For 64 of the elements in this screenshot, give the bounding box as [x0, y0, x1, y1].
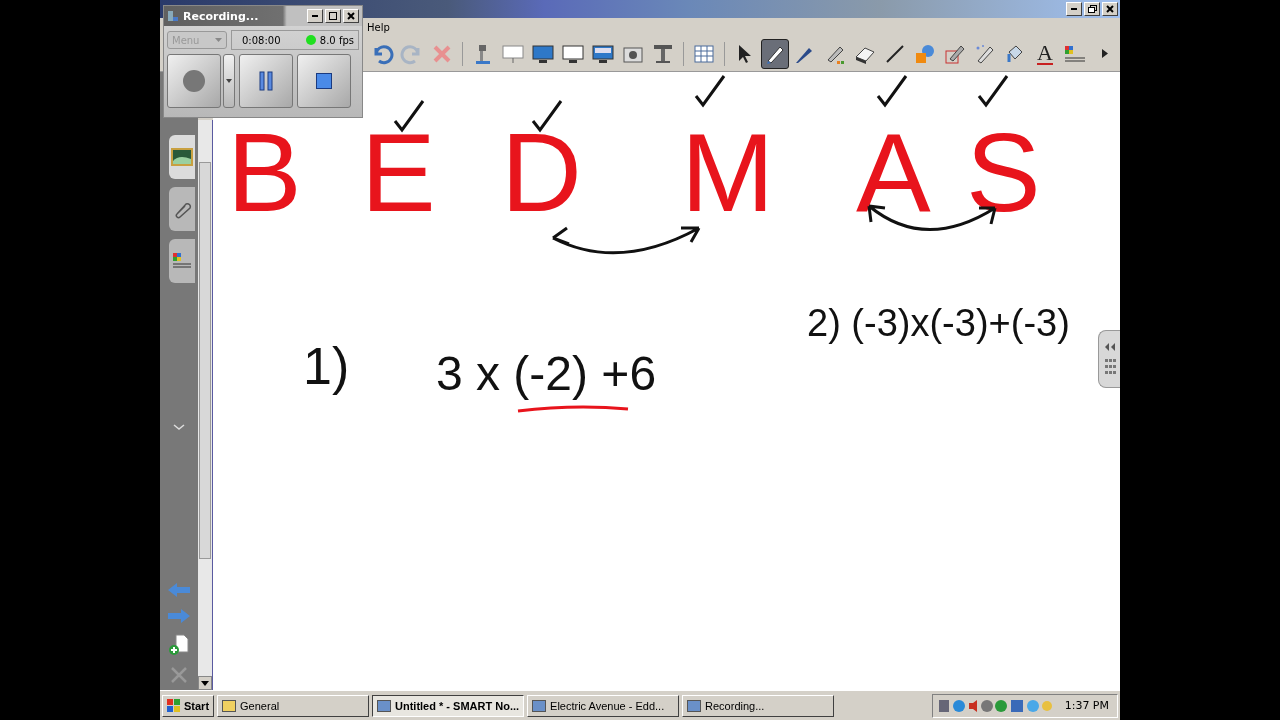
check-mark [393, 99, 425, 133]
folder-icon [222, 699, 237, 712]
pause-button[interactable] [239, 54, 293, 108]
handwritten-letter: D [501, 117, 582, 229]
landscape-image-icon [171, 147, 193, 167]
minimize-button[interactable] [1066, 2, 1082, 16]
pen-tool-button[interactable] [761, 38, 789, 69]
start-button[interactable]: Start [162, 694, 215, 717]
record-icon [183, 70, 205, 92]
record-options-button[interactable] [223, 54, 235, 108]
windows-flag-icon [167, 699, 180, 712]
window-icon [687, 699, 702, 712]
taskbar-button[interactable]: Electric Avenue - Edd... [527, 694, 680, 717]
minimize-icon [312, 15, 318, 17]
attachment-tab[interactable] [169, 187, 195, 231]
window-title: Recording... [183, 9, 260, 23]
check-mark [531, 99, 563, 133]
minimize-button[interactable] [307, 9, 323, 23]
down-arrow-icon [201, 680, 209, 686]
collapse-handle-icon[interactable] [173, 423, 185, 431]
vertical-scrollbar[interactable] [198, 120, 213, 690]
restore-icon [1087, 5, 1097, 13]
handwritten-expression: 2) (-3)x(-3)+(-3) [807, 304, 1070, 342]
taskbar-button[interactable]: General [217, 694, 370, 717]
close-button[interactable] [343, 9, 359, 23]
handwritten-expression: 3 x (-2) +6 [436, 350, 657, 398]
pause-icon [259, 71, 273, 91]
whiteboard-canvas[interactable]: B E D M A S 1) 3 x (-2) +6 2) (-3)x(-3)+(-3) [213, 72, 1120, 690]
caret-icon [215, 38, 222, 42]
handwritten-letter: A [856, 117, 931, 229]
close-button[interactable] [1102, 2, 1118, 16]
close-icon [1106, 5, 1114, 13]
elapsed-time: 0:08:00 [241, 34, 282, 46]
taskbar-button[interactable]: Recording... [682, 694, 835, 717]
maximize-icon [329, 12, 337, 20]
triangle-icon [1102, 49, 1108, 58]
close-icon [347, 12, 355, 20]
window-icon [377, 699, 391, 712]
minimize-icon [1071, 8, 1077, 10]
side-panel-handle[interactable] [1098, 330, 1120, 388]
check-mark [977, 74, 1009, 108]
handwritten-letter: B [227, 117, 302, 229]
handwritten-letter: E [361, 117, 436, 229]
stop-button[interactable] [297, 54, 351, 108]
record-button[interactable] [167, 54, 221, 108]
restore-button[interactable] [1084, 2, 1100, 16]
window-icon [532, 699, 547, 712]
status-dot [305, 35, 316, 45]
grip-icon [1102, 341, 1117, 377]
clock: 1:37 PM [1064, 699, 1109, 712]
recorder-icon [167, 9, 179, 23]
maximize-button[interactable] [325, 9, 341, 23]
caret-icon [226, 79, 232, 83]
stop-icon [316, 73, 332, 89]
handwritten-letter: M [681, 117, 775, 229]
taskbar-button[interactable]: Untitled * - SMART No... [372, 694, 525, 717]
check-mark [876, 74, 908, 108]
frame-rate: 8.0 fps [319, 34, 354, 46]
check-mark [694, 74, 726, 108]
handwritten-letter: S [966, 117, 1041, 229]
menu-item[interactable]: Help [365, 21, 392, 33]
add-page-icon[interactable] [168, 634, 190, 656]
gallery-tab[interactable] [169, 135, 195, 179]
properties-icon [171, 251, 193, 271]
